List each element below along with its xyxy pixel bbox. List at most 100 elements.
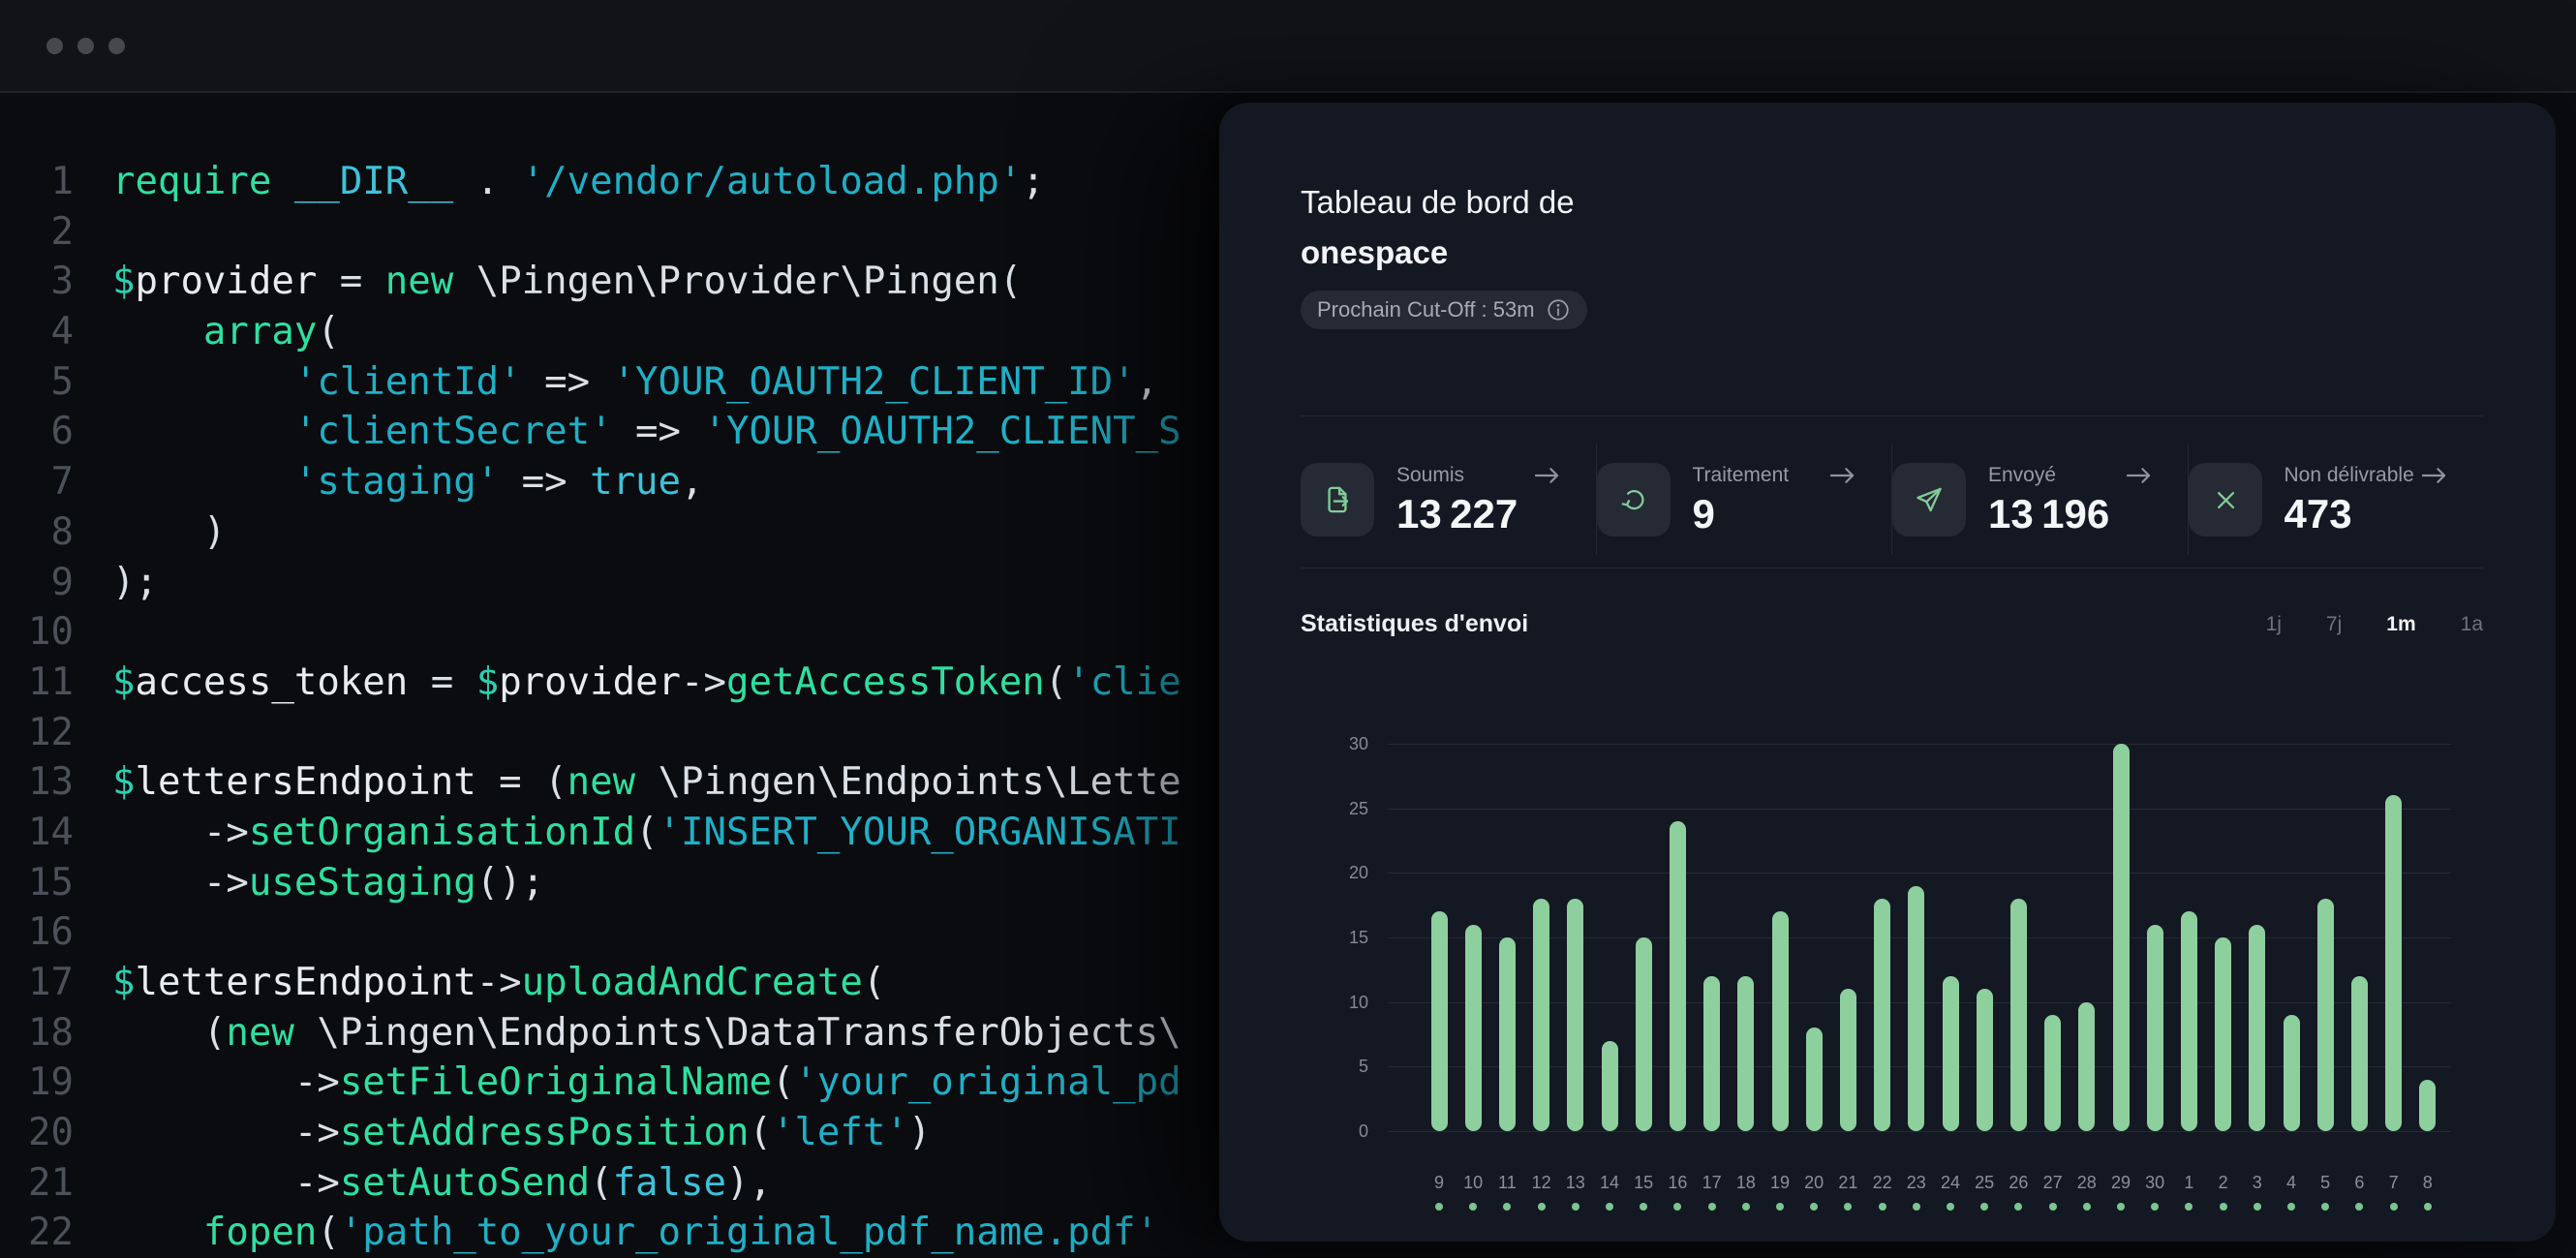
code-text: ->setFileOriginalName('your_original_pd xyxy=(112,1058,1181,1108)
info-icon[interactable] xyxy=(1546,297,1571,322)
bar-29[interactable] xyxy=(2113,744,2130,1131)
line-number: 15 xyxy=(0,858,74,908)
day-dot xyxy=(2254,1203,2261,1211)
stat-card-soumis[interactable]: Soumis 13 227 xyxy=(1301,444,1596,555)
bar-24[interactable] xyxy=(1943,976,1959,1131)
bar-26[interactable] xyxy=(2010,899,2027,1131)
range-option-7j[interactable]: 7j xyxy=(2326,613,2342,636)
line-number: 11 xyxy=(0,658,74,708)
day-dot xyxy=(1879,1203,1886,1211)
bar-16[interactable] xyxy=(1670,821,1686,1131)
chart-plot: 0510152025309101112131415161718192021222… xyxy=(1388,744,2451,1131)
bar-1[interactable] xyxy=(2181,911,2197,1131)
bar-28[interactable] xyxy=(2078,1002,2095,1131)
code-text: ); xyxy=(112,558,158,608)
code-line: 2 xyxy=(0,207,1181,258)
bar-9[interactable] xyxy=(1431,911,1448,1131)
refresh-icon xyxy=(1597,463,1671,537)
stat-body: Traitement 9 xyxy=(1693,464,1892,535)
day-dot xyxy=(2390,1203,2398,1211)
stat-value: 473 xyxy=(2285,494,2449,535)
bar-15[interactable] xyxy=(1636,937,1652,1131)
code-text: 'clientSecret' => 'YOUR_OAUTH2_CLIENT_S xyxy=(112,407,1181,457)
stat-value: 13 196 xyxy=(1988,494,2153,535)
x-axis-label: 27 xyxy=(2043,1174,2063,1191)
stat-card-traitement[interactable]: Traitement 9 xyxy=(1597,444,1892,555)
code-text: 'clientId' => 'YOUR_OAUTH2_CLIENT_ID', xyxy=(112,357,1158,408)
range-option-1a[interactable]: 1a xyxy=(2461,613,2483,636)
file-export-icon xyxy=(1301,463,1374,537)
range-option-1m[interactable]: 1m xyxy=(2386,613,2415,636)
code-line: 1require __DIR__ . '/vendor/autoload.php… xyxy=(0,157,1181,207)
bar-22[interactable] xyxy=(1874,899,1890,1131)
x-axis-label: 29 xyxy=(2111,1174,2131,1191)
code-text: $provider = new \Pingen\Provider\Pingen( xyxy=(112,257,1022,307)
day-dot xyxy=(1572,1203,1579,1211)
code-line: 20 ->setAddressPosition('left') xyxy=(0,1108,1181,1158)
code-line: 15 ->useStaging(); xyxy=(0,858,1181,908)
window-dot[interactable] xyxy=(46,38,63,54)
bar-19[interactable] xyxy=(1772,911,1789,1131)
line-number: 18 xyxy=(0,1008,74,1059)
line-number: 17 xyxy=(0,958,74,1008)
stat-label: Non délivrable xyxy=(2285,464,2414,487)
code-text: ->useStaging(); xyxy=(112,858,544,908)
window-dot[interactable] xyxy=(77,38,94,54)
bar-4[interactable] xyxy=(2284,1015,2300,1131)
cutoff-badge[interactable]: Prochain Cut-Off : 53m xyxy=(1301,291,1587,329)
day-dot xyxy=(1673,1203,1681,1211)
bar-13[interactable] xyxy=(1567,899,1583,1131)
code-line: 22 fopen('path_to_your_original_pdf_name… xyxy=(0,1208,1181,1258)
x-axis-label: 30 xyxy=(2145,1174,2164,1191)
bar-5[interactable] xyxy=(2317,899,2334,1131)
x-axis-label: 9 xyxy=(1434,1174,1444,1191)
x-axis-label: 5 xyxy=(2320,1174,2330,1191)
bar-30[interactable] xyxy=(2147,925,2163,1131)
stat-value: 9 xyxy=(1693,494,1857,535)
stat-body: Envoyé 13 196 xyxy=(1988,464,2188,535)
bar-21[interactable] xyxy=(1840,989,1856,1131)
bar-11[interactable] xyxy=(1499,937,1516,1131)
gridline xyxy=(1388,744,2451,745)
x-axis-label: 15 xyxy=(1634,1174,1653,1191)
stat-label: Soumis xyxy=(1396,464,1464,487)
bar-2[interactable] xyxy=(2215,937,2231,1131)
cutoff-badge-label: Prochain Cut-Off : 53m xyxy=(1317,297,1535,322)
bar-25[interactable] xyxy=(1977,989,1993,1131)
code-text: require __DIR__ . '/vendor/autoload.php'… xyxy=(112,157,1045,207)
bar-10[interactable] xyxy=(1465,925,1482,1131)
bar-18[interactable] xyxy=(1737,976,1754,1131)
code-text: ->setOrganisationId('INSERT_YOUR_ORGANIS… xyxy=(112,808,1181,858)
bar-20[interactable] xyxy=(1806,1028,1823,1131)
x-axis-label: 28 xyxy=(2077,1174,2097,1191)
x-axis-label: 18 xyxy=(1736,1174,1756,1191)
bar-14[interactable] xyxy=(1602,1041,1618,1131)
line-number: 22 xyxy=(0,1208,74,1258)
stat-card-non-delivrable[interactable]: Non délivrable 473 xyxy=(2189,444,2484,555)
x-axis-label: 22 xyxy=(1873,1174,1892,1191)
stat-card-envoye[interactable]: Envoyé 13 196 xyxy=(1892,444,2188,555)
y-axis-label: 5 xyxy=(1308,1058,1368,1075)
bar-8[interactable] xyxy=(2419,1080,2436,1131)
arrow-right-icon[interactable] xyxy=(2420,465,2448,486)
x-axis-label: 12 xyxy=(1532,1174,1551,1191)
line-number: 6 xyxy=(0,407,74,457)
code-text: (new \Pingen\Endpoints\DataTransferObjec… xyxy=(112,1008,1181,1059)
x-axis-label: 6 xyxy=(2354,1174,2364,1191)
range-selector: 1j 7j 1m 1a xyxy=(2266,613,2483,636)
arrow-right-icon[interactable] xyxy=(1533,465,1561,486)
bar-17[interactable] xyxy=(1703,976,1720,1131)
bar-12[interactable] xyxy=(1533,899,1549,1131)
arrow-right-icon[interactable] xyxy=(1828,465,1856,486)
arrow-right-icon[interactable] xyxy=(2125,465,2153,486)
bar-27[interactable] xyxy=(2044,1015,2061,1131)
code-text: $access_token = $provider->getAccessToke… xyxy=(112,658,1181,708)
gridline xyxy=(1388,1131,2451,1132)
window-dot[interactable] xyxy=(108,38,125,54)
bar-23[interactable] xyxy=(1908,886,1924,1131)
range-option-1j[interactable]: 1j xyxy=(2266,613,2282,636)
bar-6[interactable] xyxy=(2351,976,2368,1131)
gridline xyxy=(1388,809,2451,810)
bar-7[interactable] xyxy=(2385,795,2402,1131)
bar-3[interactable] xyxy=(2249,925,2265,1131)
